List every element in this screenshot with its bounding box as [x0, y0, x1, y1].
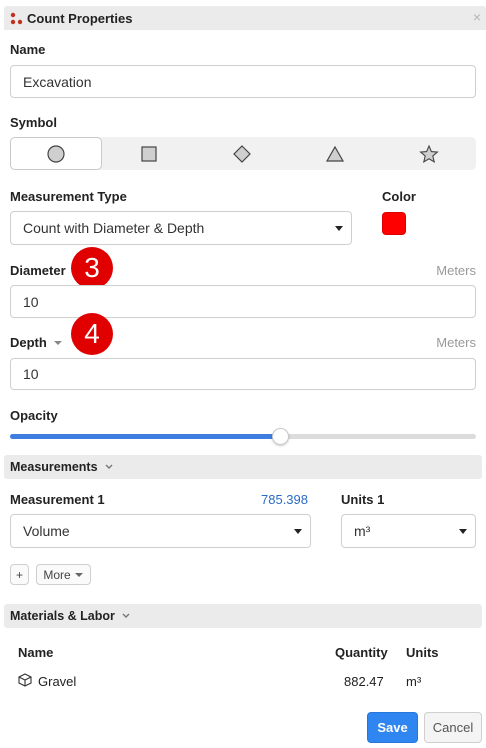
caret-down-icon — [54, 341, 63, 345]
dialog-titlebar: Count Properties × — [4, 6, 486, 30]
cube-icon — [18, 673, 32, 687]
depth-label[interactable]: Depth — [10, 335, 63, 350]
opacity-slider-handle[interactable] — [272, 428, 290, 445]
column-header-name: Name — [18, 645, 54, 660]
table-row[interactable]: Gravel 882.47 m³ — [10, 668, 476, 694]
symbol-star-option[interactable] — [381, 137, 476, 170]
measurements-section-header[interactable]: Measurements — [4, 455, 482, 479]
materials-section-header[interactable]: Materials & Labor — [4, 604, 482, 628]
cancel-button[interactable]: Cancel — [424, 712, 482, 743]
material-units: m³ — [406, 674, 422, 689]
symbol-square-option[interactable] — [102, 137, 195, 170]
units-1-select-value: m³ — [354, 523, 371, 539]
opacity-label: Opacity — [10, 408, 58, 423]
diameter-input[interactable]: 10 — [10, 285, 476, 318]
measurements-section-title: Measurements — [10, 460, 114, 474]
step-badge: 3 — [71, 247, 113, 289]
add-measurement-button[interactable]: + — [10, 564, 29, 585]
name-input-value: Excavation — [23, 73, 92, 90]
step-badge: 4 — [71, 313, 113, 355]
depth-input-value: 10 — [23, 366, 39, 382]
symbol-selector — [10, 137, 476, 170]
diameter-unit: Meters — [436, 263, 476, 278]
measurement-1-value: 785.398 — [261, 492, 308, 507]
chevron-down-icon — [105, 464, 113, 469]
count-dots-icon — [10, 12, 23, 25]
materials-section-title: Materials & Labor — [10, 609, 131, 623]
dialog-title: Count Properties — [27, 11, 133, 26]
measurements-title-text: Measurements — [10, 460, 98, 474]
symbol-circle-option[interactable] — [10, 137, 102, 170]
opacity-slider-fill — [10, 434, 281, 439]
units-1-select[interactable]: m³ — [341, 514, 476, 548]
square-icon — [140, 145, 157, 162]
triangle-icon — [325, 145, 344, 162]
caret-down-icon — [74, 572, 83, 577]
column-header-units: Units — [406, 645, 439, 660]
name-label: Name — [10, 42, 46, 57]
more-button[interactable]: More — [36, 564, 91, 585]
measurement-type-select[interactable]: Count with Diameter & Depth — [10, 211, 352, 245]
symbol-diamond-option[interactable] — [195, 137, 288, 170]
opacity-slider[interactable] — [10, 428, 476, 445]
color-swatch[interactable] — [382, 212, 406, 235]
chevron-down-icon — [335, 226, 343, 231]
measurement-1-select-value: Volume — [23, 523, 70, 539]
circle-icon — [47, 144, 65, 163]
material-quantity: 882.47 — [344, 674, 384, 689]
measurement-1-label: Measurement 1 — [10, 492, 105, 507]
symbol-triangle-option[interactable] — [288, 137, 381, 170]
depth-input[interactable]: 10 — [10, 358, 476, 390]
materials-title-text: Materials & Labor — [10, 609, 115, 623]
depth-label-text: Depth — [10, 335, 47, 350]
diameter-label: Diameter — [10, 263, 66, 278]
save-button[interactable]: Save — [367, 712, 418, 743]
measurement-type-value: Count with Diameter & Depth — [23, 220, 205, 236]
diameter-input-value: 10 — [23, 293, 39, 310]
more-button-label: More — [43, 567, 71, 582]
chevron-down-icon — [122, 613, 130, 618]
diamond-icon — [232, 144, 251, 163]
close-icon[interactable]: × — [470, 9, 484, 25]
column-header-quantity: Quantity — [335, 645, 388, 660]
measurement-1-select[interactable]: Volume — [10, 514, 311, 548]
name-input[interactable]: Excavation — [10, 65, 476, 98]
depth-unit: Meters — [436, 335, 476, 350]
color-label: Color — [382, 189, 416, 204]
star-icon — [418, 144, 439, 163]
material-name: Gravel — [38, 674, 77, 689]
measurement-type-label: Measurement Type — [10, 189, 127, 204]
chevron-down-icon — [459, 529, 467, 534]
symbol-label: Symbol — [10, 115, 57, 130]
units-1-label: Units 1 — [341, 492, 385, 507]
chevron-down-icon — [294, 529, 302, 534]
